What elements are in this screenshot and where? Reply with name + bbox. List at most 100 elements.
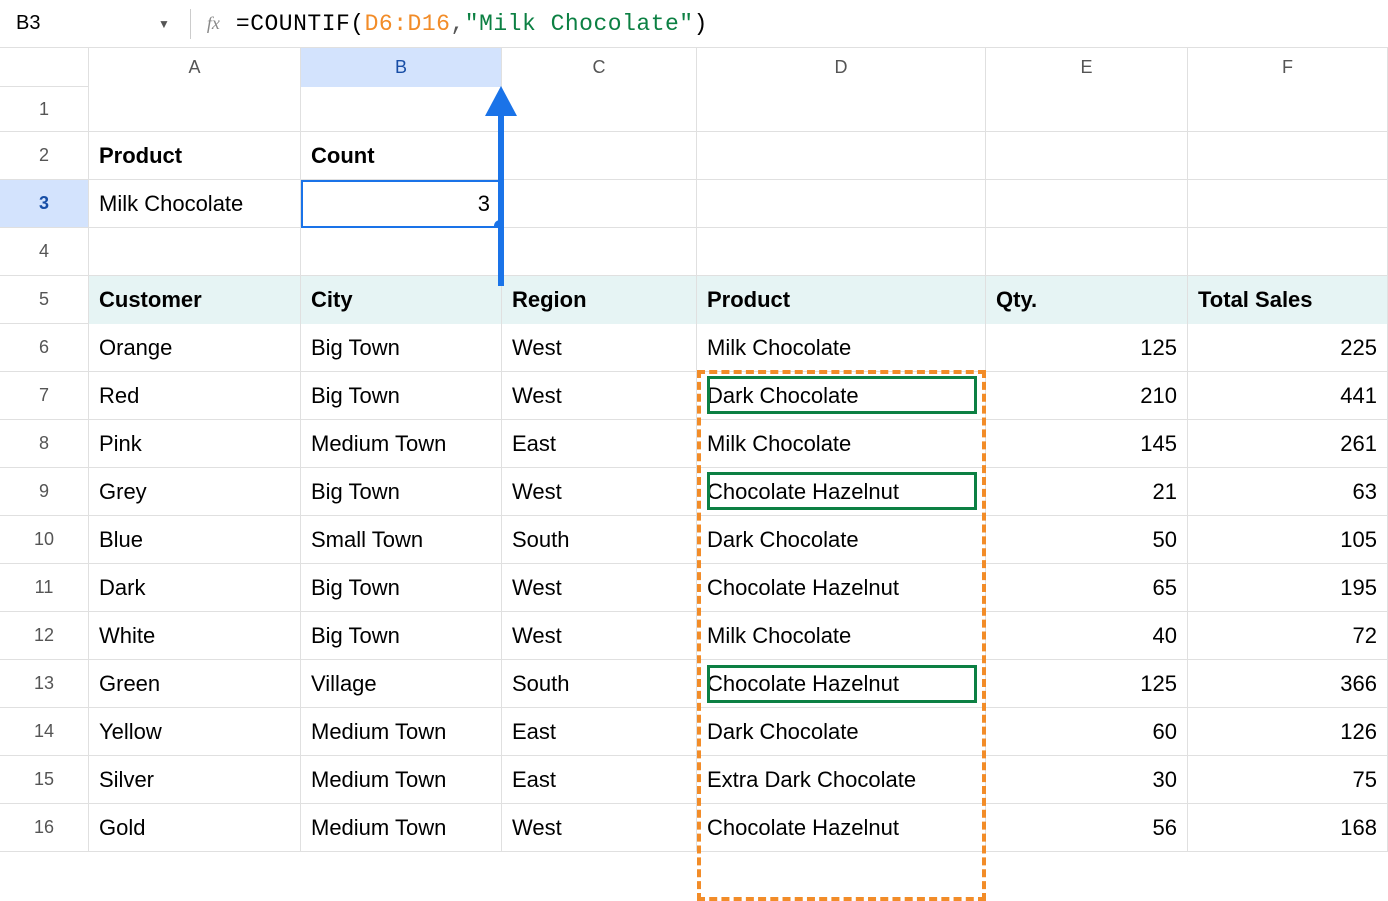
cell-A16[interactable]: Gold [89,804,301,852]
cell-E2[interactable] [986,132,1188,180]
fill-handle[interactable] [494,220,502,228]
cell-B6[interactable]: Big Town [301,324,502,372]
cell-D7[interactable]: Dark Chocolate [697,372,986,420]
cell-D4[interactable] [697,228,986,276]
cell-C15[interactable]: East [502,756,697,804]
select-all-corner[interactable] [0,48,89,86]
colhead-D[interactable]: D [697,48,986,87]
rowhead-12[interactable]: 12 [0,612,89,659]
cell-B14[interactable]: Medium Town [301,708,502,756]
cell-F5[interactable]: Total Sales [1188,276,1388,324]
cell-B15[interactable]: Medium Town [301,756,502,804]
rowhead-2[interactable]: 2 [0,132,89,179]
rowhead-13[interactable]: 13 [0,660,89,707]
cell-E14[interactable]: 60 [986,708,1188,756]
cell-C7[interactable]: West [502,372,697,420]
cell-A10[interactable]: Blue [89,516,301,564]
cell-A9[interactable]: Grey [89,468,301,516]
cell-B9[interactable]: Big Town [301,468,502,516]
colhead-E[interactable]: E [986,48,1188,87]
cell-E10[interactable]: 50 [986,516,1188,564]
cell-D2[interactable] [697,132,986,180]
cell-B4[interactable] [301,228,502,276]
cell-B11[interactable]: Big Town [301,564,502,612]
cell-D15[interactable]: Extra Dark Chocolate [697,756,986,804]
cell-A7[interactable]: Red [89,372,301,420]
cell-F11[interactable]: 195 [1188,564,1388,612]
cell-D14[interactable]: Dark Chocolate [697,708,986,756]
cell-A5[interactable]: Customer [89,276,301,324]
cell-A2[interactable]: Product [89,132,301,180]
cell-F8[interactable]: 261 [1188,420,1388,468]
cell-F16[interactable]: 168 [1188,804,1388,852]
rowhead-5[interactable]: 5 [0,276,89,323]
cell-B1[interactable] [301,87,502,131]
cell-E1[interactable] [986,87,1188,131]
cell-E11[interactable]: 65 [986,564,1188,612]
cell-F2[interactable] [1188,132,1388,180]
cell-D10[interactable]: Dark Chocolate [697,516,986,564]
cell-D5[interactable]: Product [697,276,986,324]
rowhead-8[interactable]: 8 [0,420,89,467]
cell-A12[interactable]: White [89,612,301,660]
cell-A1[interactable] [89,87,301,131]
cell-E4[interactable] [986,228,1188,276]
cell-F4[interactable] [1188,228,1388,276]
cell-B5[interactable]: City [301,276,502,324]
cell-D6[interactable]: Milk Chocolate [697,324,986,372]
cell-B13[interactable]: Village [301,660,502,708]
rowhead-6[interactable]: 6 [0,324,89,371]
cell-D13[interactable]: Chocolate Hazelnut [697,660,986,708]
cell-F3[interactable] [1188,180,1388,228]
cell-B7[interactable]: Big Town [301,372,502,420]
cell-C11[interactable]: West [502,564,697,612]
colhead-F[interactable]: F [1188,48,1388,87]
cell-B8[interactable]: Medium Town [301,420,502,468]
cell-F10[interactable]: 105 [1188,516,1388,564]
rowhead-9[interactable]: 9 [0,468,89,515]
cell-A3[interactable]: Milk Chocolate [89,180,301,228]
cell-A6[interactable]: Orange [89,324,301,372]
rowhead-11[interactable]: 11 [0,564,89,611]
cell-B2[interactable]: Count [301,132,502,180]
cell-E8[interactable]: 145 [986,420,1188,468]
colhead-A[interactable]: A [89,48,301,87]
rowhead-1[interactable]: 1 [0,87,89,131]
rowhead-4[interactable]: 4 [0,228,89,275]
cell-F15[interactable]: 75 [1188,756,1388,804]
cell-C4[interactable] [502,228,697,276]
cell-C10[interactable]: South [502,516,697,564]
cell-E7[interactable]: 210 [986,372,1188,420]
cell-C13[interactable]: South [502,660,697,708]
colhead-C[interactable]: C [502,48,697,87]
cell-A15[interactable]: Silver [89,756,301,804]
cell-C9[interactable]: West [502,468,697,516]
cell-C16[interactable]: West [502,804,697,852]
rowhead-7[interactable]: 7 [0,372,89,419]
cell-C8[interactable]: East [502,420,697,468]
cell-F9[interactable]: 63 [1188,468,1388,516]
cell-E5[interactable]: Qty. [986,276,1188,324]
cell-D11[interactable]: Chocolate Hazelnut [697,564,986,612]
cell-C2[interactable] [502,132,697,180]
cell-F6[interactable]: 225 [1188,324,1388,372]
rowhead-3[interactable]: 3 [0,180,89,227]
cell-E12[interactable]: 40 [986,612,1188,660]
cell-E16[interactable]: 56 [986,804,1188,852]
cell-F13[interactable]: 366 [1188,660,1388,708]
cell-D1[interactable] [697,87,986,131]
cell-A8[interactable]: Pink [89,420,301,468]
formula-input[interactable]: =COUNTIF(D6:D16,"Milk Chocolate") [236,11,708,37]
rowhead-16[interactable]: 16 [0,804,89,851]
cell-D3[interactable] [697,180,986,228]
cell-E9[interactable]: 21 [986,468,1188,516]
cell-C6[interactable]: West [502,324,697,372]
cell-C3[interactable] [502,180,697,228]
cell-B16[interactable]: Medium Town [301,804,502,852]
name-box[interactable]: B3 [8,12,158,35]
cell-D9[interactable]: Chocolate Hazelnut [697,468,986,516]
cell-B3-selected[interactable]: 3 [301,180,502,228]
cell-F1[interactable] [1188,87,1388,131]
rowhead-10[interactable]: 10 [0,516,89,563]
cell-A11[interactable]: Dark [89,564,301,612]
